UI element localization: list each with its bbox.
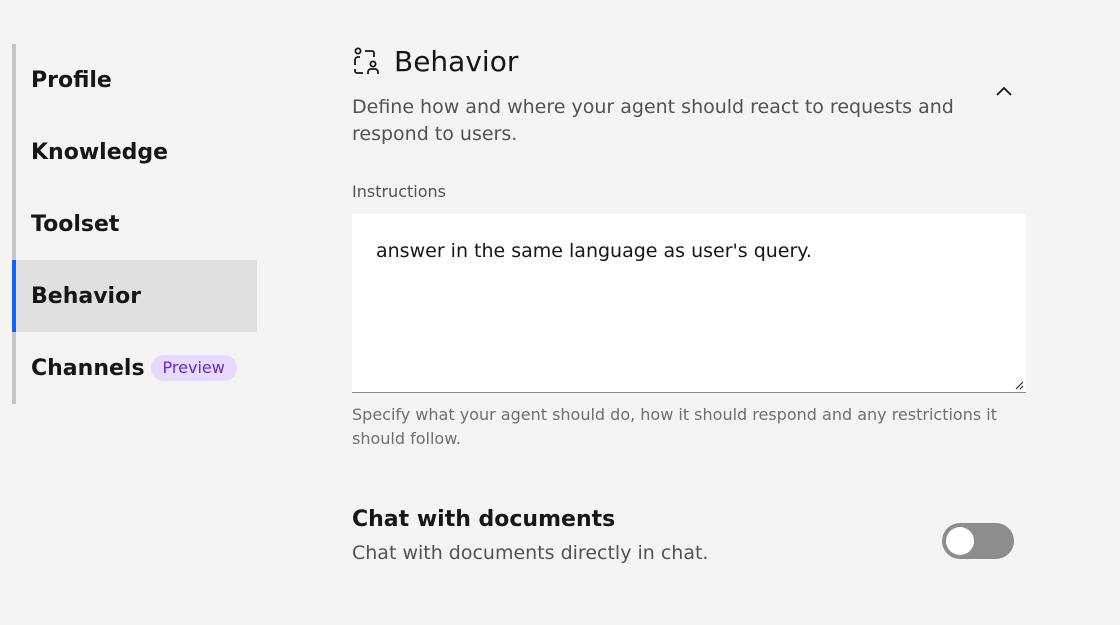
chat-with-documents-title: Chat with documents xyxy=(352,507,616,532)
sidebar-item-label: Behavior xyxy=(31,283,142,309)
sidebar-item-toolset[interactable]: Toolset xyxy=(16,188,257,260)
settings-sidebar: Profile Knowledge Toolset Behavior Chann… xyxy=(12,44,257,404)
instructions-helper-text: Specify what your agent should do, how i… xyxy=(352,405,997,448)
sidebar-item-label: Channels xyxy=(31,355,145,381)
chat-with-documents-toggle[interactable] xyxy=(942,523,1014,559)
section-header: Behavior xyxy=(352,40,1032,82)
sidebar-item-label: Toolset xyxy=(31,211,120,237)
sidebar-item-label: Knowledge xyxy=(31,139,169,165)
section-title: Behavior xyxy=(394,44,519,78)
instructions-label: Instructions xyxy=(352,182,446,201)
sidebar-item-profile[interactable]: Profile xyxy=(16,44,257,116)
instructions-field-wrapper: answer in the same language as user's qu… xyxy=(352,214,1026,393)
sidebar-item-behavior[interactable]: Behavior xyxy=(12,260,257,332)
section-description: Define how and where your agent should r… xyxy=(352,96,954,145)
resize-handle-icon[interactable] xyxy=(1014,380,1024,390)
behavior-person-icon xyxy=(354,47,379,74)
chevron-up-icon[interactable] xyxy=(992,80,1016,104)
instructions-textarea[interactable]: answer in the same language as user's qu… xyxy=(352,214,1026,392)
behavior-section: Behavior Define how and where your agent… xyxy=(352,40,1032,564)
toggle-knob xyxy=(946,527,974,555)
agent-settings-page: Profile Knowledge Toolset Behavior Chann… xyxy=(0,0,1120,625)
sidebar-item-channels[interactable]: Channels Preview xyxy=(16,332,257,404)
chat-with-documents-setting: Chat with documents Chat with documents … xyxy=(352,507,1026,564)
chat-with-documents-description: Chat with documents directly in chat. xyxy=(352,542,709,564)
sidebar-item-knowledge[interactable]: Knowledge xyxy=(16,116,257,188)
preview-tag: Preview xyxy=(150,355,237,381)
sidebar-item-label: Profile xyxy=(31,67,112,93)
